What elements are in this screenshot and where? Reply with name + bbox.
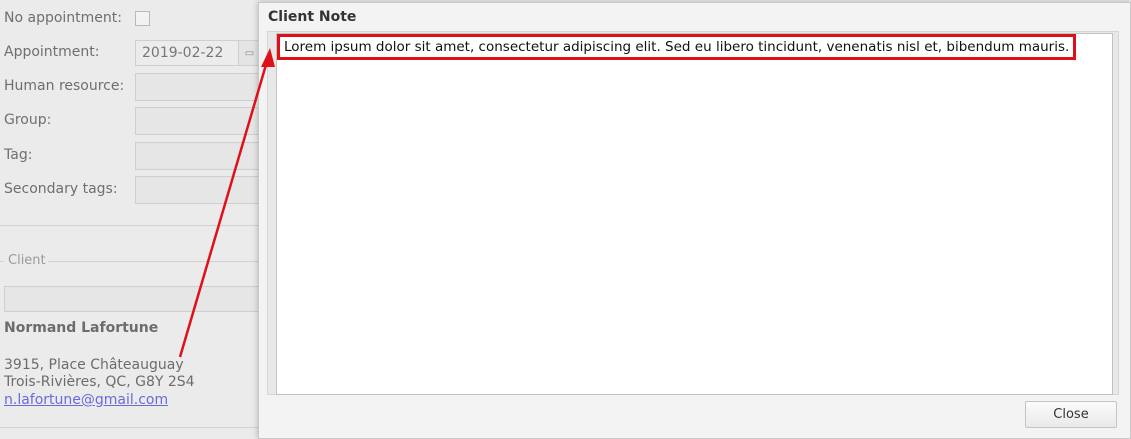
- client-email-link[interactable]: n.lafortune@gmail.com: [4, 392, 168, 408]
- group-label: Group:: [4, 112, 52, 128]
- tag-field[interactable]: [135, 142, 265, 170]
- client-address-line2: Trois-Rivières, QC, G8Y 2S4: [4, 374, 195, 390]
- secondary-tags-field[interactable]: [135, 176, 265, 204]
- client-legend: Client: [8, 253, 46, 268]
- client-note-dialog: Client Note Lorem ipsum dolor sit amet, …: [258, 2, 1131, 439]
- form-divider: [0, 225, 262, 226]
- client-search-input[interactable]: [4, 286, 266, 312]
- form-bottom-divider: [0, 427, 262, 428]
- client-note-textarea[interactable]: Lorem ipsum dolor sit amet, consectetur …: [276, 33, 1113, 395]
- calendar-icon[interactable]: ▭: [238, 41, 260, 65]
- tag-label: Tag:: [4, 147, 33, 163]
- appointment-label: Appointment:: [4, 44, 100, 60]
- human-resource-field[interactable]: [135, 73, 265, 101]
- group-field[interactable]: [135, 107, 265, 135]
- dialog-body: Lorem ipsum dolor sit amet, consectetur …: [267, 31, 1119, 395]
- appointment-date-value: 2019-02-22: [142, 45, 224, 61]
- no-appointment-checkbox[interactable]: [135, 11, 150, 26]
- client-legend-line-right: [48, 261, 262, 262]
- secondary-tags-label: Secondary tags:: [4, 181, 118, 197]
- human-resource-label: Human resource:: [4, 78, 125, 94]
- close-button[interactable]: Close: [1025, 401, 1117, 428]
- no-appointment-label: No appointment:: [4, 10, 122, 26]
- client-note-text: Lorem ipsum dolor sit amet, consectetur …: [277, 34, 1077, 60]
- client-legend-line-left: [0, 261, 4, 262]
- dialog-title: Client Note: [268, 9, 357, 25]
- client-name: Normand Lafortune: [4, 320, 159, 336]
- client-address-line1: 3915, Place Châteauguay: [4, 357, 184, 373]
